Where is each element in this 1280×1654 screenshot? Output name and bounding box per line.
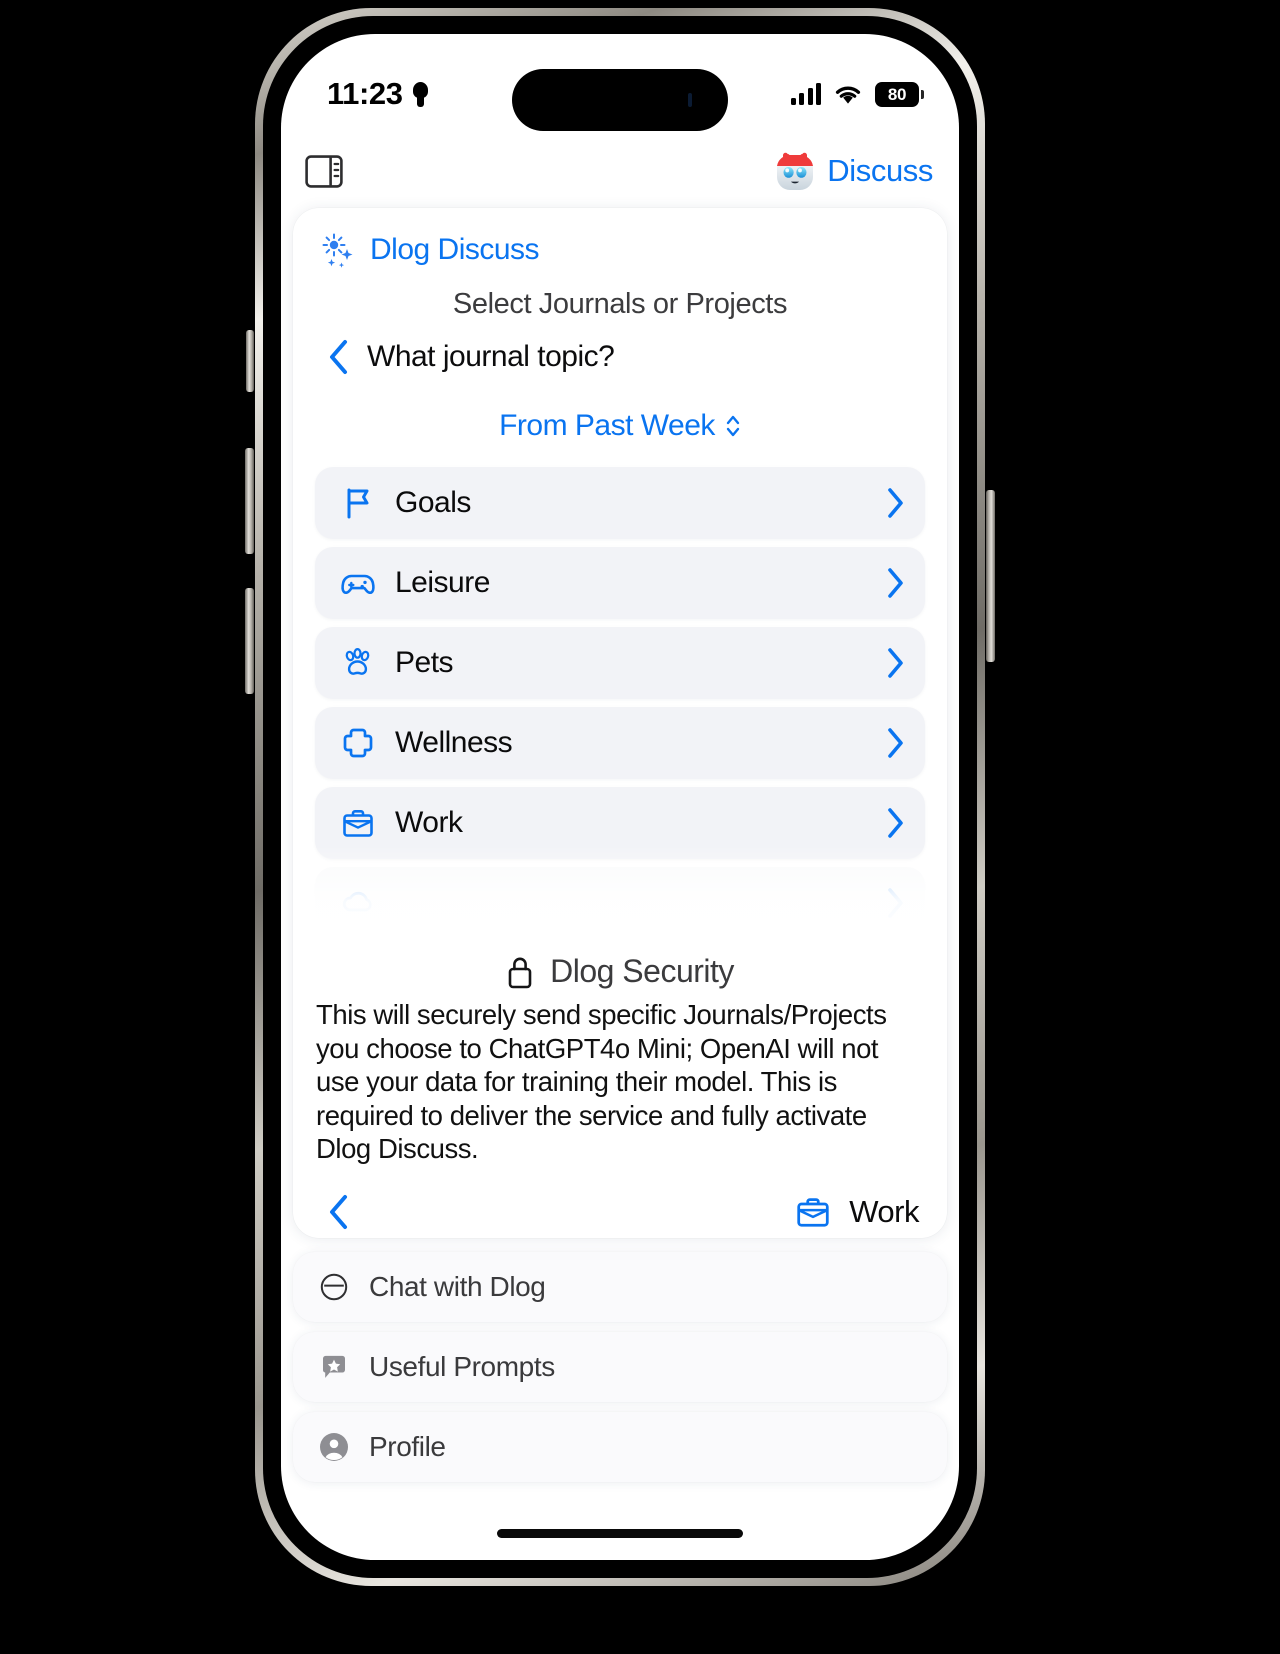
card-header[interactable]: Dlog Discuss — [293, 208, 947, 268]
volume-up-button[interactable] — [245, 448, 254, 554]
bottom-menu: Chat with Dlog Useful Prompts Profile — [293, 1252, 947, 1492]
status-time: 11:23 — [327, 76, 403, 111]
menu-item-label: Chat with Dlog — [369, 1271, 546, 1302]
paw-icon — [339, 644, 377, 682]
list-item-work[interactable]: Work — [315, 787, 925, 859]
chevron-right-icon[interactable] — [885, 647, 905, 679]
star-bubble-icon — [317, 1350, 351, 1384]
card-footer: Work — [293, 1166, 947, 1232]
cross-icon — [339, 724, 377, 762]
home-indicator[interactable] — [497, 1529, 743, 1538]
status-bar-right: 80 — [790, 81, 924, 107]
chat-circle-icon — [317, 1270, 351, 1304]
power-button[interactable] — [986, 490, 995, 662]
range-selector[interactable]: From Past Week — [499, 409, 741, 443]
discuss-card: Dlog Discuss Select Journals or Projects… — [293, 208, 947, 1238]
menu-item-profile[interactable]: Profile — [293, 1412, 947, 1482]
list-item-label: Leisure — [395, 566, 490, 599]
list-item-label: Pets — [395, 646, 454, 679]
range-selector-label: From Past Week — [499, 409, 715, 442]
menu-item-label: Useful Prompts — [369, 1351, 555, 1382]
discuss-nav-button[interactable]: Discuss — [773, 149, 933, 193]
volume-down-button[interactable] — [245, 588, 254, 694]
phone-screen: 11:23 80 Discuss Dlog Discuss Select Jou… — [281, 34, 959, 1560]
list-item-wellness[interactable]: Wellness — [315, 707, 925, 779]
briefcase-icon — [339, 804, 377, 842]
list-item-goals[interactable]: Goals — [315, 467, 925, 539]
wifi-icon — [835, 86, 861, 104]
cellular-signal-icon — [790, 83, 821, 105]
footer-selected-topic[interactable]: Work — [793, 1192, 919, 1232]
lightbulb-icon — [412, 81, 429, 107]
security-title: Dlog Security — [550, 953, 734, 989]
security-body-text: This will securely send specific Journal… — [316, 999, 887, 1165]
screenshot-root: 11:23 80 Discuss Dlog Discuss Select Jou… — [0, 0, 1280, 1654]
sidebar-toggle-icon[interactable] — [305, 154, 343, 188]
menu-item-useful-prompts[interactable]: Useful Prompts — [293, 1332, 947, 1402]
status-bar-left: 11:23 — [327, 76, 429, 112]
flag-icon — [339, 484, 377, 522]
discuss-nav-label: Discuss — [827, 153, 933, 188]
list-item-pets[interactable]: Pets — [315, 627, 925, 699]
topic-question-label: What journal topic? — [367, 340, 615, 373]
list-item-label: Work — [395, 806, 463, 839]
range-selector-row: From Past Week — [293, 409, 947, 443]
battery-indicator: 80 — [875, 81, 924, 107]
dynamic-island — [512, 69, 728, 131]
list-item-label: Wellness — [395, 726, 513, 759]
menu-item-chat-with-dlog[interactable]: Chat with Dlog — [293, 1252, 947, 1322]
dlog-avatar-icon — [777, 152, 814, 190]
chevron-left-icon[interactable] — [327, 339, 351, 375]
security-header: Dlog Security — [311, 953, 929, 990]
silent-switch-button[interactable] — [246, 330, 254, 392]
card-subtitle: Select Journals or Projects — [452, 288, 788, 320]
list-item-leisure[interactable]: Leisure — [315, 547, 925, 619]
menu-item-label: Profile — [369, 1431, 446, 1462]
briefcase-icon — [793, 1192, 833, 1232]
chevron-right-icon[interactable] — [885, 887, 905, 919]
security-section: Dlog Security This will securely send sp… — [293, 947, 947, 1166]
gamepad-icon — [339, 564, 377, 602]
list-item-partial[interactable] — [315, 867, 925, 939]
chevron-right-icon[interactable] — [885, 727, 905, 759]
chevron-left-icon[interactable] — [327, 1194, 351, 1230]
app-nav-bar: Discuss — [281, 138, 959, 204]
sparkles-icon — [322, 233, 353, 268]
person-circle-icon — [317, 1430, 351, 1464]
topic-back-row[interactable]: What journal topic? — [293, 321, 947, 375]
lock-icon — [508, 957, 532, 988]
journal-topic-list: Goals Leisure Pets Wellness Work — [293, 467, 947, 941]
chevron-right-icon[interactable] — [885, 567, 905, 599]
cloud-icon — [339, 884, 377, 922]
card-header-title: Dlog Discuss — [370, 233, 540, 266]
list-item-label: Goals — [395, 486, 471, 519]
footer-selected-label: Work — [849, 1193, 919, 1229]
battery-level-text: 80 — [887, 84, 907, 104]
chevron-right-icon[interactable] — [885, 487, 905, 519]
chevron-right-icon[interactable] — [885, 807, 905, 839]
up-down-chevron-icon — [726, 415, 740, 437]
